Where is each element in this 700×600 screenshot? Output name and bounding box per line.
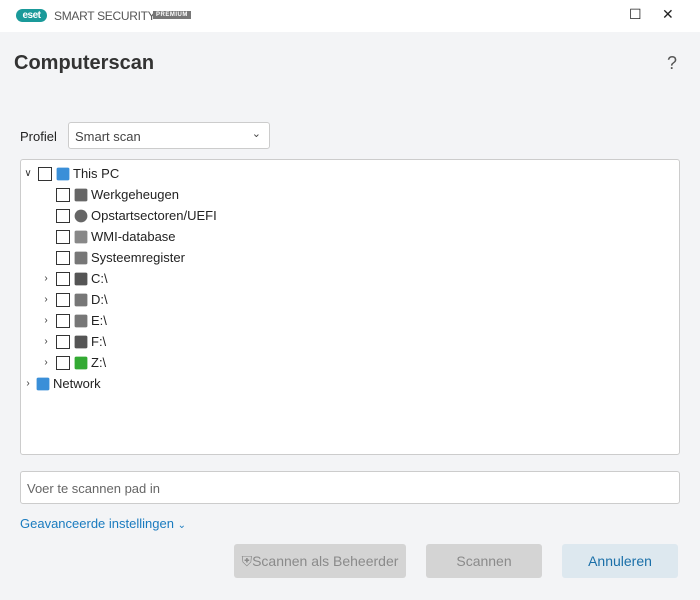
tree-item-label: Opstartsectoren/UEFI bbox=[91, 208, 217, 223]
tree-item-label: Werkgeheugen bbox=[91, 187, 179, 202]
tree-item-label: This PC bbox=[73, 166, 120, 181]
network-icon bbox=[36, 377, 50, 390]
tree-checkbox[interactable] bbox=[56, 334, 70, 349]
help-button[interactable]: ? bbox=[667, 53, 677, 74]
optical-drive-icon bbox=[74, 314, 88, 327]
tree-item-label: Network bbox=[53, 376, 101, 391]
eset-logo: eset bbox=[16, 9, 47, 22]
scan-as-admin-button[interactable]: ⛨Scannen als Beheerder bbox=[234, 544, 406, 578]
advanced-settings-label: Geavanceerde instellingen bbox=[20, 516, 174, 531]
profile-value: Smart scan bbox=[75, 129, 141, 144]
registry-icon bbox=[74, 251, 88, 264]
scan-button[interactable]: Scannen bbox=[426, 544, 542, 578]
wmi-icon bbox=[74, 230, 88, 243]
tree-item[interactable]: › Z:\ bbox=[39, 352, 106, 373]
tree-item-label: D:\ bbox=[91, 292, 108, 307]
drive-icon bbox=[74, 335, 88, 348]
shield-icon: ⛨ bbox=[241, 553, 253, 569]
scan-path-input[interactable]: Voer te scannen pad in bbox=[20, 471, 680, 504]
tree-item[interactable]: › F:\ bbox=[39, 331, 106, 352]
scan-as-admin-label: Scannen als Beheerder bbox=[252, 553, 399, 569]
chevron-right-icon[interactable]: › bbox=[39, 336, 53, 347]
tree-item-label: F:\ bbox=[91, 334, 107, 349]
tree-checkbox[interactable] bbox=[56, 187, 70, 202]
tree-item[interactable]: › C:\ bbox=[39, 268, 108, 289]
tree-item-label: Z:\ bbox=[91, 355, 107, 370]
tree-checkbox[interactable] bbox=[56, 250, 70, 265]
tree-item[interactable]: ∨ This PC bbox=[21, 163, 119, 184]
tree-checkbox[interactable] bbox=[56, 313, 70, 328]
cancel-button[interactable]: Annuleren bbox=[562, 544, 678, 578]
chevron-down-icon[interactable]: ∨ bbox=[21, 168, 35, 179]
memory-icon bbox=[74, 188, 88, 201]
tree-checkbox[interactable] bbox=[56, 229, 70, 244]
tree-checkbox[interactable] bbox=[56, 208, 70, 223]
tree-checkbox[interactable] bbox=[56, 292, 70, 307]
tree-item[interactable]: Werkgeheugen bbox=[39, 184, 179, 205]
disc-icon bbox=[74, 209, 88, 222]
title-bar: eset SMART SECURITY PREMIUM ☐ ✕ bbox=[0, 0, 700, 32]
optical-drive-icon bbox=[74, 293, 88, 306]
tree-item-label: E:\ bbox=[91, 313, 107, 328]
tree-checkbox[interactable] bbox=[56, 355, 70, 370]
tree-item[interactable]: Systeemregister bbox=[39, 247, 185, 268]
chevron-down-icon: ⌄ bbox=[251, 128, 261, 140]
page-title: Computerscan bbox=[14, 52, 155, 74]
tree-item-label: Systeemregister bbox=[91, 250, 185, 265]
profile-select[interactable]: Smart scan ⌄ bbox=[68, 122, 270, 149]
edition-badge: PREMIUM bbox=[153, 11, 191, 19]
tree-item-label: C:\ bbox=[91, 271, 108, 286]
tree-item-label: WMI-database bbox=[91, 229, 176, 244]
chevron-right-icon[interactable]: › bbox=[39, 294, 53, 305]
product-name: SMART SECURITY bbox=[54, 9, 156, 23]
computer-icon bbox=[56, 167, 70, 180]
chevron-right-icon[interactable]: › bbox=[39, 315, 53, 326]
network-drive-icon bbox=[74, 356, 88, 369]
chevron-right-icon[interactable]: › bbox=[39, 273, 53, 284]
tree-item[interactable]: WMI-database bbox=[39, 226, 176, 247]
close-button[interactable]: ✕ bbox=[662, 6, 674, 23]
tree-item[interactable]: › E:\ bbox=[39, 310, 107, 331]
tree-item[interactable]: › Network bbox=[21, 373, 101, 394]
system-drive-icon bbox=[74, 272, 88, 285]
scan-target-tree[interactable]: ∨ This PC Werkgeheugen Opstartsectoren/UEFI… bbox=[20, 159, 680, 455]
advanced-settings-link[interactable]: Geavanceerde instellingen ⌄ bbox=[20, 516, 186, 531]
chevron-right-icon[interactable]: › bbox=[39, 357, 53, 368]
chevron-right-icon[interactable]: › bbox=[21, 378, 35, 389]
tree-checkbox[interactable] bbox=[38, 166, 52, 181]
profile-label: Profiel bbox=[20, 129, 57, 144]
chevron-down-icon: ⌄ bbox=[177, 520, 186, 531]
tree-item[interactable]: › D:\ bbox=[39, 289, 108, 310]
tree-item[interactable]: Opstartsectoren/UEFI bbox=[39, 205, 217, 226]
maximize-button[interactable]: ☐ bbox=[629, 6, 642, 23]
tree-checkbox[interactable] bbox=[56, 271, 70, 286]
